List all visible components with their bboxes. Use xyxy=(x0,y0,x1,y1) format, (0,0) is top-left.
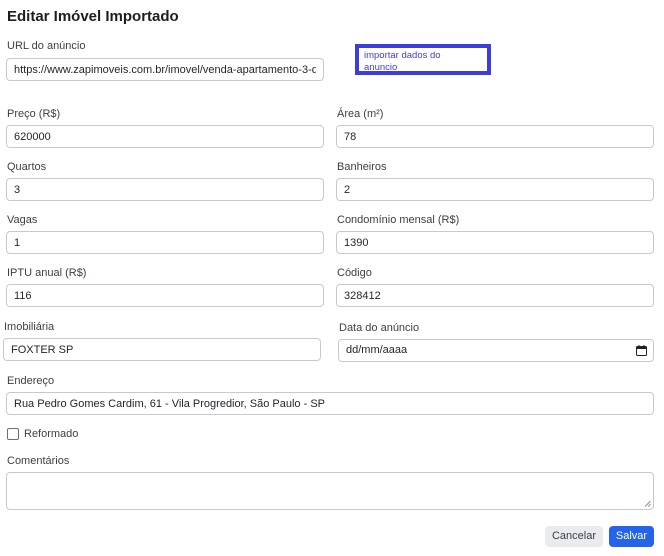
cancel-button[interactable]: Cancelar xyxy=(545,526,603,547)
import-button-line2: anuncio xyxy=(364,62,398,73)
iptu-input[interactable] xyxy=(6,284,324,307)
url-label: URL do anúncio xyxy=(7,40,86,52)
vagas-input[interactable] xyxy=(6,231,324,254)
condominio-label: Condomínio mensal (R$) xyxy=(337,214,460,226)
imobiliaria-input[interactable] xyxy=(3,338,321,361)
url-input[interactable] xyxy=(6,58,324,81)
reformado-label: Reformado xyxy=(24,428,79,440)
resize-handle-icon[interactable] xyxy=(644,500,651,507)
comentarios-label: Comentários xyxy=(7,455,70,467)
preco-label: Preço (R$) xyxy=(7,108,61,120)
import-button-line1: importar dados do xyxy=(364,50,441,61)
banheiros-label: Banheiros xyxy=(337,161,387,173)
iptu-label: IPTU anual (R$) xyxy=(7,267,87,279)
date-input[interactable]: dd/mm/aaaa xyxy=(338,339,654,362)
save-button[interactable]: Salvar xyxy=(609,526,654,547)
endereco-input[interactable] xyxy=(6,392,654,415)
quartos-label: Quartos xyxy=(7,161,47,173)
date-placeholder: dd/mm/aaaa xyxy=(346,344,408,356)
data-label: Data do anúncio xyxy=(339,322,420,334)
condominio-input[interactable] xyxy=(336,231,654,254)
import-data-button[interactable]: importar dados do anuncio xyxy=(355,44,491,75)
calendar-icon[interactable] xyxy=(636,345,647,356)
preco-input[interactable] xyxy=(6,125,324,148)
codigo-label: Código xyxy=(337,267,372,279)
imobiliaria-label: Imobiliária xyxy=(4,321,55,333)
area-label: Área (m²) xyxy=(337,108,384,120)
area-input[interactable] xyxy=(336,125,654,148)
endereco-label: Endereço xyxy=(7,375,55,387)
banheiros-input[interactable] xyxy=(336,178,654,201)
reformado-checkbox[interactable] xyxy=(7,428,19,440)
comentarios-textarea[interactable] xyxy=(6,472,654,510)
codigo-input[interactable] xyxy=(336,284,654,307)
vagas-label: Vagas xyxy=(7,214,38,226)
page-title: Editar Imóvel Importado xyxy=(7,8,179,25)
quartos-input[interactable] xyxy=(6,178,324,201)
